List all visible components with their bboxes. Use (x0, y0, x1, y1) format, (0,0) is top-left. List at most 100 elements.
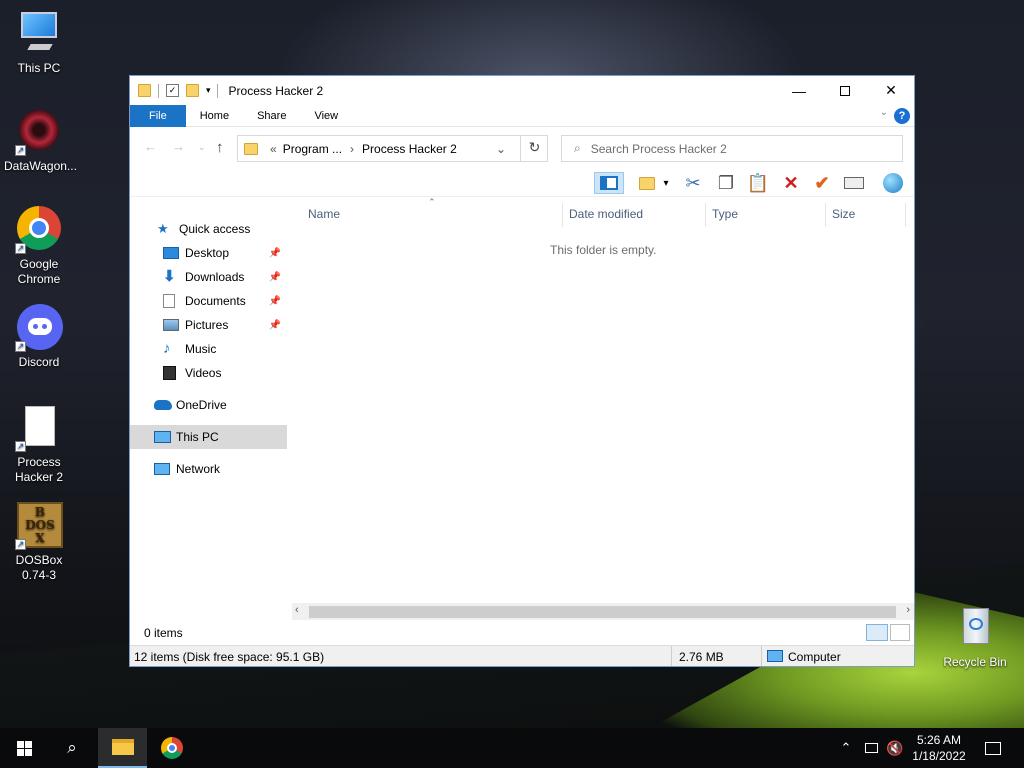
details-view-button[interactable] (866, 624, 888, 641)
desktop-icon-dosbox[interactable]: B DOS X ↗ DOSBox 0.74-3 (4, 502, 74, 583)
recycle-bin-icon (951, 604, 999, 652)
forward-button[interactable]: → (172, 139, 185, 154)
action-center-button[interactable] (976, 728, 1010, 768)
nav-network[interactable]: Network (130, 457, 287, 481)
taskbar-chrome[interactable] (148, 728, 196, 768)
pin-icon[interactable]: 📌 (269, 272, 281, 283)
minimize-button[interactable]: — (776, 76, 822, 105)
nav-downloads[interactable]: ⬇ Downloads 📌 (130, 265, 287, 289)
refresh-button[interactable]: ↻ (520, 135, 548, 162)
file-list: ⌃ Name Date modified Type Size This fold… (292, 197, 912, 603)
search-box[interactable]: ⌕ Search Process Hacker 2 (561, 135, 903, 162)
dropdown-icon[interactable]: ▾ (660, 172, 672, 194)
scrollbar-thumb[interactable] (309, 606, 896, 618)
column-type[interactable]: Type (712, 207, 738, 223)
disk-info: 12 items (Disk free space: 95.1 GB) (134, 650, 325, 664)
shortcut-arrow-icon: ↗ (15, 243, 26, 254)
column-divider[interactable] (562, 203, 563, 227)
explorer-window: ✓ ▾ Process Hacker 2 — ✕ File Home Share… (129, 75, 915, 667)
nav-onedrive[interactable]: OneDrive (130, 393, 287, 417)
column-divider[interactable] (705, 203, 706, 227)
nav-quick-access[interactable]: ★ Quick access (130, 217, 287, 241)
recent-locations-icon[interactable]: ⌄ (198, 142, 206, 153)
desktop-icon-this-pc[interactable]: This PC (4, 10, 74, 76)
breadcrumb-overflow[interactable]: « (270, 142, 277, 156)
horizontal-scrollbar[interactable]: ‹ › (292, 603, 914, 620)
pin-icon[interactable]: 📌 (269, 248, 281, 259)
new-folder-icon[interactable] (186, 84, 199, 97)
address-dropdown-icon[interactable]: ⌄ (496, 142, 506, 156)
quick-access-dropdown-icon[interactable]: ▾ (206, 85, 211, 96)
pin-icon[interactable]: 📌 (269, 296, 281, 307)
nav-desktop[interactable]: Desktop 📌 (130, 241, 287, 265)
chrome-icon (161, 737, 183, 759)
nav-music[interactable]: ♪ Music (130, 337, 287, 361)
cut-icon[interactable]: ✂ (682, 172, 704, 194)
nav-videos[interactable]: Videos (130, 361, 287, 385)
pin-icon[interactable]: 📌 (269, 320, 281, 331)
breadcrumb-program-files[interactable]: Program ... (283, 142, 342, 156)
desktop-icon-datawagon[interactable]: ↗ DataWagon... (4, 108, 77, 174)
network-icon (864, 743, 878, 753)
copy-icon[interactable]: ❐ (715, 172, 737, 194)
close-button[interactable]: ✕ (868, 76, 914, 105)
separator (158, 83, 159, 98)
nav-this-pc[interactable]: This PC (130, 425, 287, 449)
new-folder-icon[interactable] (636, 172, 658, 194)
computer-icon (154, 431, 171, 443)
search-input[interactable]: Search Process Hacker 2 (591, 142, 727, 156)
rename-icon[interactable] (843, 172, 865, 194)
chevron-down-icon[interactable]: ⌄ (880, 107, 888, 118)
show-hidden-icons-chevron-icon[interactable]: ⌃ (836, 728, 856, 768)
desktop-icon-label: DataWagon... (4, 159, 77, 173)
selection-size: 2.76 MB (679, 650, 724, 664)
network-tray-icon[interactable] (860, 728, 882, 768)
breadcrumb-separator[interactable]: › (350, 142, 354, 156)
tab-file[interactable]: File (130, 104, 186, 127)
taskbar-file-explorer[interactable] (98, 728, 147, 768)
checkmark-icon[interactable]: ✔ (811, 172, 833, 194)
column-size[interactable]: Size (832, 207, 855, 223)
details-bar: 12 items (Disk free space: 95.1 GB) 2.76… (130, 645, 914, 666)
clock[interactable]: 5:26 AM 1/18/2022 (906, 728, 972, 768)
desktop-icon-chrome[interactable]: ↗ Google Chrome (4, 206, 74, 287)
breadcrumb-process-hacker[interactable]: Process Hacker 2 (362, 142, 457, 156)
start-button[interactable] (0, 728, 48, 768)
back-button[interactable]: ← (144, 139, 157, 154)
large-icons-view-button[interactable] (890, 624, 910, 641)
custom-toolbar: ▾ ✂ ❐ 📋 ✕ ✔ (130, 167, 914, 197)
preview-pane-icon[interactable] (594, 172, 624, 194)
column-name[interactable]: Name (308, 207, 340, 223)
desktop-icon-process-hacker[interactable]: ↗ Process Hacker 2 (4, 404, 74, 485)
globe-icon[interactable] (882, 172, 904, 194)
chrome-icon: ↗ (15, 206, 63, 254)
tab-share[interactable]: Share (243, 105, 300, 127)
address-bar[interactable]: « Program ... › Process Hacker 2 ⌄ (237, 135, 548, 162)
help-icon[interactable]: ? (894, 108, 910, 124)
nav-documents[interactable]: Documents 📌 (130, 289, 287, 313)
volume-muted-icon[interactable]: 🔇 (884, 728, 906, 768)
title-bar[interactable]: ✓ ▾ Process Hacker 2 — ✕ (130, 76, 914, 105)
scroll-left-icon[interactable]: ‹ (295, 604, 299, 616)
column-date-modified[interactable]: Date modified (569, 207, 643, 223)
properties-icon[interactable]: ✓ (166, 84, 179, 97)
column-divider[interactable] (825, 203, 826, 227)
nav-pictures[interactable]: Pictures 📌 (130, 313, 287, 337)
search-icon[interactable]: ⌕ (48, 728, 96, 768)
network-icon (154, 463, 170, 475)
datawagon-icon: ↗ (15, 108, 63, 156)
paste-icon[interactable]: 📋 (747, 172, 769, 194)
tab-view[interactable]: View (300, 105, 352, 127)
delete-icon[interactable]: ✕ (780, 172, 802, 194)
nav-label: Documents (185, 294, 246, 308)
separator (761, 646, 762, 666)
up-button[interactable]: ↑ (216, 139, 224, 156)
desktop-icon-discord[interactable]: ↗ Discord (4, 304, 74, 370)
desktop-icon-recycle-bin[interactable]: Recycle Bin (940, 604, 1010, 670)
desktop-icon-label: Discord (18, 355, 60, 369)
tab-home[interactable]: Home (186, 105, 243, 127)
computer-icon (15, 10, 63, 58)
column-divider[interactable] (905, 203, 906, 227)
maximize-button[interactable] (822, 76, 868, 105)
scroll-right-icon[interactable]: › (906, 604, 910, 616)
